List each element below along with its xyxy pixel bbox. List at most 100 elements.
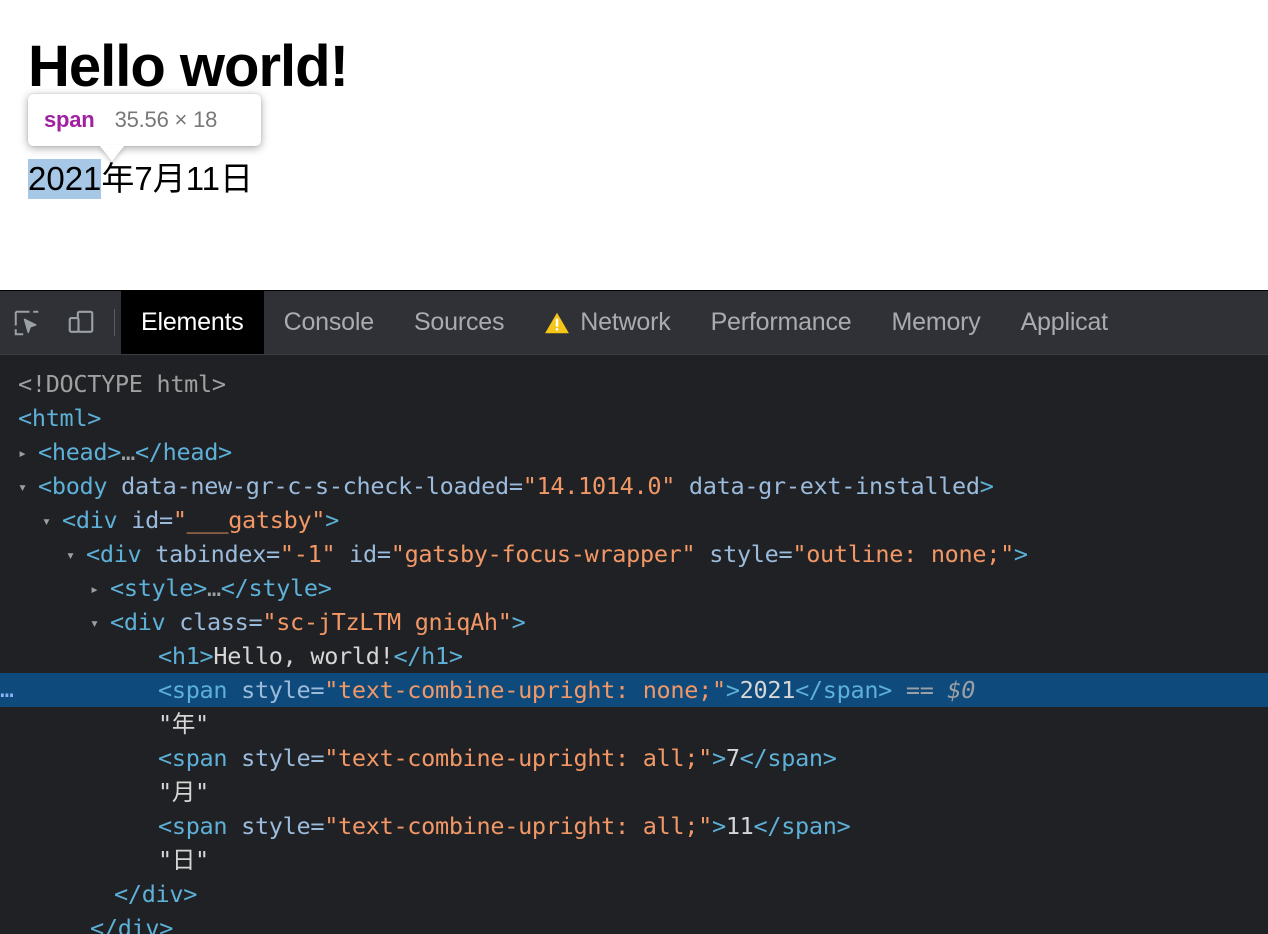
tab-console[interactable]: Console [264,291,394,354]
tab-application-label: Applicat [1020,308,1109,336]
toolbar-divider [114,309,115,336]
tab-performance[interactable]: Performance [691,291,872,354]
chevron-down-icon[interactable]: ▾ [42,504,62,538]
text-node-nichi: "日" [158,846,209,874]
text-node-getsu: "月" [158,778,209,806]
span-month-gt: > [711,744,726,772]
dom-row-text-nen[interactable]: "年" [0,707,1268,741]
span-day-attr-value: "text-combine-upright: all;" [324,812,712,840]
dom-row-doctype[interactable]: <!DOCTYPE html> [0,367,1268,401]
tab-console-label: Console [283,308,375,336]
focus-wrapper-close-bracket: > [1013,540,1028,568]
date-line: 2021年7月11日 [28,158,253,201]
h1-text: Hello, world! [213,642,394,670]
gatsby-div-close-bracket: > [325,506,340,534]
focus-wrapper-attr1: tabindex= [155,540,280,568]
close-div-inner-tag: </div> [114,880,198,908]
body-attr2-name: data-gr-ext-installed [688,472,980,500]
page-title: Hello world! [28,34,349,99]
content-div-attr-value: "sc-jTzLTM gniqAh" [262,608,512,636]
style-open-tag: <style> [110,574,207,602]
style-close-tag: </style> [220,574,332,602]
focus-wrapper-attr3-value: "outline: none;" [792,540,1014,568]
body-attr1-value: "14.1014.0" [522,472,676,500]
dom-row-style[interactable]: ▸ <style>…</style> [0,571,1268,605]
span-month-attr-name: style= [241,744,325,772]
dom-row-content-div[interactable]: ▾ <div class="sc-jTzLTM gniqAh"> [0,605,1268,639]
span-month-open-tag: <span [158,744,228,772]
dom-row-close-div-outer[interactable]: </div> [0,911,1268,934]
close-div-outer-tag: </div> [90,914,174,934]
chevron-down-icon[interactable]: ▾ [18,470,38,504]
gatsby-div-open-tag: <div [62,506,118,534]
gatsby-div-attr-name: id= [131,506,173,534]
content-div-close-bracket: > [511,608,526,636]
span-day-text: 11 [725,812,754,840]
dom-tree[interactable]: <!DOCTYPE html> <html> ▸ <head>…</head> ▾… [0,355,1268,934]
device-toolbar-icon[interactable] [54,291,108,354]
h1-close-tag: </h1> [393,642,463,670]
span-year-attr-name: style= [241,676,325,704]
dom-row-head[interactable]: ▸ <head>…</head> [0,435,1268,469]
text-node-nen: "年" [158,710,209,738]
dom-row-text-nichi[interactable]: "日" [0,843,1268,877]
tab-performance-label: Performance [710,308,852,336]
head-open-tag: <head> [38,438,122,466]
warning-triangle-icon [544,311,570,335]
span-day-attr-name: style= [241,812,325,840]
chevron-right-icon[interactable]: ▸ [18,436,38,470]
tab-sources[interactable]: Sources [394,291,524,354]
highlighted-year-span[interactable]: 2021 [28,159,102,199]
body-attr1-name: data-new-gr-c-s-check-loaded [121,472,509,500]
tab-memory-label: Memory [891,308,981,336]
dom-row-text-getsu[interactable]: "月" [0,775,1268,809]
span-year-close-tag: </span> [795,676,893,704]
head-close-tag: </head> [134,438,232,466]
tab-sources-label: Sources [413,308,505,336]
html-open-tag: <html> [18,404,102,432]
h1-open-tag: <h1> [158,642,214,670]
chevron-down-icon[interactable]: ▾ [66,538,86,572]
dom-row-span-day[interactable]: <span style="text-combine-upright: all;"… [0,809,1268,843]
gatsby-div-attr-value: "___gatsby" [172,506,326,534]
dom-row-span-year-selected[interactable]: … <span style="text-combine-upright: none… [0,673,1268,707]
head-ellipsis: … [121,438,135,466]
tab-elements[interactable]: Elements [121,291,264,354]
content-div-attr-name: class= [179,608,263,636]
tab-network-label: Network [580,308,671,336]
element-inspector-tooltip: span 35.56 × 18 [28,94,261,146]
tooltip-dimensions: 35.56 × 18 [114,107,218,132]
body-open-close-bracket: > [979,472,994,500]
content-div-open-tag: <div [110,608,166,636]
dom-row-close-div-inner[interactable]: </div> [0,877,1268,911]
focus-wrapper-attr3: style= [709,540,793,568]
dom-row-focus-wrapper[interactable]: ▾ <div tabindex="-1" id="gatsby-focus-wra… [0,537,1268,571]
chevron-right-icon[interactable]: ▸ [90,572,110,606]
devtools-toolbar: Elements Console Sources Network Perform… [0,291,1268,355]
overflow-dots-badge[interactable]: … [0,673,16,707]
span-year-text: 2021 [739,676,796,704]
dom-row-html[interactable]: <html> [0,401,1268,435]
focus-wrapper-attr1-value: "-1" [279,540,336,568]
dom-row-h1[interactable]: <h1>Hello, world!</h1> [0,639,1268,673]
span-month-attr-value: "text-combine-upright: all;" [324,744,712,772]
focus-wrapper-attr2-value: "gatsby-focus-wrapper" [390,540,696,568]
tab-memory[interactable]: Memory [871,291,1000,354]
tab-application[interactable]: Applicat [1001,291,1128,354]
span-month-text: 7 [725,744,740,772]
page-viewport: Hello world! 2021年7月11日 span 35.56 × 18 [0,0,1268,290]
date-remainder: 年7月11日 [101,160,254,197]
style-ellipsis: … [206,574,221,602]
inspect-cursor-icon[interactable] [0,291,54,354]
span-day-close-tag: </span> [753,812,851,840]
chevron-down-icon[interactable]: ▾ [90,606,110,640]
dom-row-gatsby-div[interactable]: ▾ <div id="___gatsby"> [0,503,1268,537]
span-month-close-tag: </span> [739,744,837,772]
span-year-attr-value: "text-combine-upright: none;" [324,676,726,704]
dom-row-body[interactable]: ▾ <body data-new-gr-c-s-check-loaded="14.… [0,469,1268,503]
dom-row-span-month[interactable]: <span style="text-combine-upright: all;"… [0,741,1268,775]
span-year-gt: > [725,676,740,704]
tab-elements-label: Elements [141,308,244,336]
span-day-gt: > [711,812,726,840]
tab-network[interactable]: Network [524,291,690,354]
